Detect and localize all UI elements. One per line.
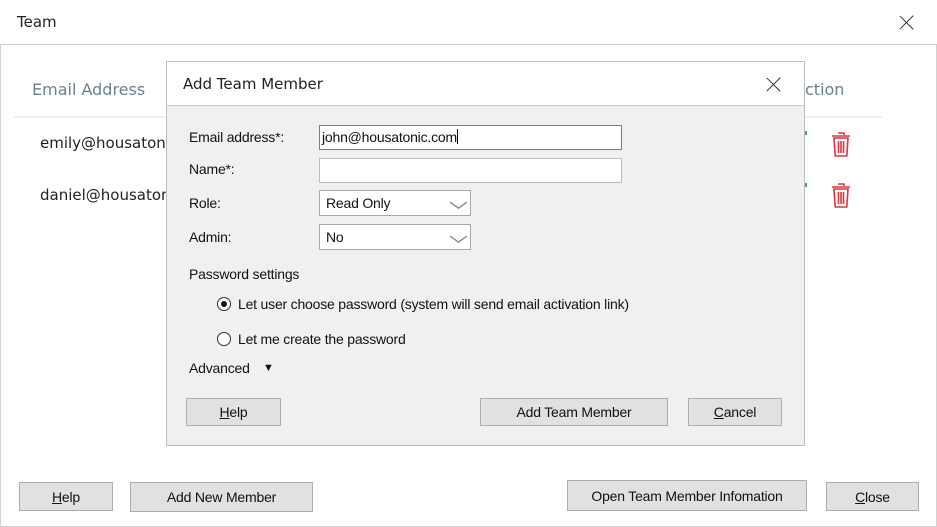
dialog-title: Add Team Member: [183, 75, 323, 93]
dialog-close-icon[interactable]: [766, 76, 782, 92]
admin-value: No: [326, 229, 344, 245]
help-label: elp: [61, 488, 80, 505]
text-caret: [456, 129, 458, 144]
dialog-titlebar: Add Team Member: [167, 62, 804, 106]
add-team-member-button[interactable]: Add Team Member: [480, 398, 668, 426]
password-option-label[interactable]: Let me create the password: [238, 331, 406, 347]
add-new-member-button[interactable]: Add New Member: [130, 482, 313, 512]
add-team-member-dialog: Add Team Member Email address*: john@hou…: [166, 61, 805, 446]
role-value: Read Only: [326, 195, 391, 211]
advanced-label[interactable]: Advanced: [189, 360, 250, 376]
email-field[interactable]: john@housatonic.com: [319, 125, 622, 150]
close-button[interactable]: Close: [826, 482, 919, 511]
row-email: daniel@housaton: [40, 186, 171, 204]
close-mnemonic: C: [855, 488, 866, 505]
window-titlebar: Team: [0, 0, 937, 45]
chevron-down-icon: [449, 196, 468, 209]
admin-select[interactable]: No: [319, 224, 471, 250]
add-new-member-label: Add New Member: [166, 489, 277, 505]
password-option-label[interactable]: Let user choose password (system will se…: [238, 296, 629, 312]
open-team-member-information-button[interactable]: Open Team Member Infomation: [567, 480, 807, 511]
cancel-mnemonic: C: [713, 404, 724, 420]
help-label: elp: [229, 404, 248, 420]
column-header-action[interactable]: ction: [805, 80, 844, 99]
window-title: Team: [17, 13, 57, 31]
row-email: emily@housatoni: [40, 134, 170, 152]
name-label: Name*:: [189, 161, 235, 177]
close-label: lose: [865, 488, 890, 505]
column-header-email[interactable]: Email Address: [32, 80, 145, 99]
status-indicator: [805, 183, 807, 187]
close-icon[interactable]: [899, 14, 915, 30]
status-indicator: [805, 131, 807, 135]
open-info-label: Open Team Member Infomation: [591, 487, 783, 504]
radio-button[interactable]: [217, 332, 231, 346]
password-settings-label: Password settings: [189, 266, 300, 282]
chevron-down-icon: [449, 230, 468, 243]
triangle-down-icon[interactable]: ▼: [263, 362, 274, 374]
name-field[interactable]: [319, 158, 622, 183]
cancel-button[interactable]: Cancel: [688, 398, 782, 426]
admin-label: Admin:: [189, 229, 232, 245]
radio-button-selected[interactable]: [217, 297, 231, 311]
cancel-label: ancel: [723, 404, 757, 420]
add-team-member-label: Add Team Member: [516, 404, 632, 420]
help-mnemonic: H: [51, 488, 62, 505]
dialog-help-button[interactable]: Help: [186, 398, 281, 426]
help-button[interactable]: Help: [19, 482, 113, 511]
role-select[interactable]: Read Only: [319, 190, 471, 216]
trash-icon[interactable]: [829, 181, 853, 211]
email-value: john@housatonic.com: [322, 129, 457, 145]
trash-icon[interactable]: [829, 130, 853, 160]
help-mnemonic: H: [219, 404, 230, 420]
email-label: Email address*:: [189, 129, 285, 145]
role-label: Role:: [189, 195, 221, 211]
